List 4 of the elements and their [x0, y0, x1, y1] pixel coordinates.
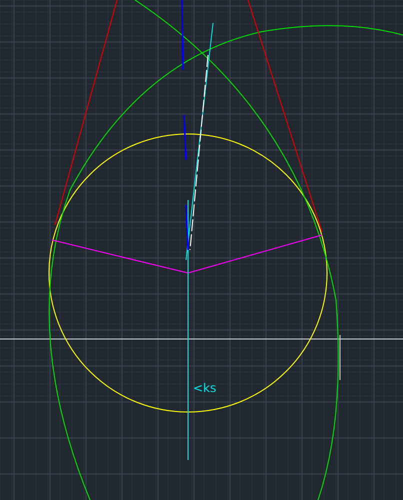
line-segment: [183, 114, 187, 160]
line-segment: [185, 204, 189, 250]
line-segment: [181, 0, 184, 70]
drawing-label: <ks: [193, 382, 216, 394]
